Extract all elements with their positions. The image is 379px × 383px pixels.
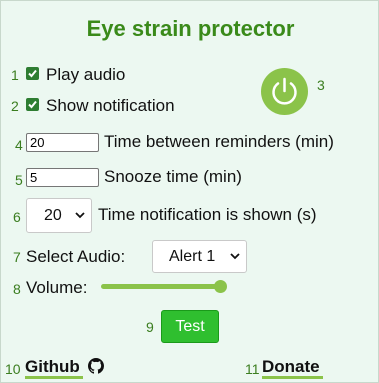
snooze-input[interactable]: 5 — [26, 168, 99, 187]
show-notification-label: Show notification — [46, 96, 175, 115]
step-number-8: 8 — [13, 281, 21, 297]
time-between-input[interactable]: 20 — [26, 133, 99, 152]
audio-select[interactable]: Alert 1 — [152, 240, 247, 273]
step-number-9: 9 — [146, 319, 154, 335]
snooze-label: Snooze time (min) — [104, 167, 242, 186]
donate-link[interactable]: Donate — [262, 357, 320, 377]
step-number-11: 11 — [245, 361, 260, 377]
step-number-1: 1 — [11, 67, 19, 83]
volume-slider-track[interactable] — [101, 284, 221, 289]
select-audio-label: Select Audio: — [26, 247, 126, 266]
step-number-2: 2 — [11, 98, 19, 114]
step-number-7: 7 — [13, 249, 21, 265]
donate-link-underline — [262, 376, 323, 379]
step-number-3: 3 — [317, 77, 325, 93]
time-between-label: Time between reminders (min) — [104, 132, 334, 151]
popup-panel: Eye strain protector 1 Play audio 2 Show… — [0, 0, 379, 383]
chevron-down-icon — [75, 212, 85, 219]
checkmark-icon — [28, 69, 37, 78]
github-icon[interactable] — [88, 358, 104, 374]
step-number-5: 5 — [15, 172, 23, 188]
app-title: Eye strain protector — [86, 16, 295, 41]
github-link-underline — [25, 376, 83, 379]
volume-label: Volume: — [26, 278, 88, 297]
github-link[interactable]: Github — [25, 357, 80, 377]
checkmark-icon — [28, 100, 37, 109]
step-number-4: 4 — [15, 137, 23, 153]
notification-duration-select[interactable]: 20 — [26, 198, 92, 233]
power-icon — [272, 77, 297, 105]
notification-duration-label: Time notification is shown (s) — [98, 205, 317, 224]
notification-duration-value: 20 — [44, 207, 62, 224]
chevron-down-icon — [230, 253, 240, 260]
test-button[interactable]: Test — [161, 310, 219, 343]
play-audio-checkbox[interactable] — [26, 67, 39, 80]
step-number-10: 10 — [5, 361, 21, 377]
step-number-6: 6 — [13, 209, 21, 225]
show-notification-checkbox[interactable] — [26, 98, 39, 111]
audio-select-value: Alert 1 — [169, 248, 216, 265]
play-audio-label: Play audio — [46, 65, 126, 84]
volume-slider-thumb[interactable] — [214, 280, 227, 293]
power-toggle-button[interactable] — [261, 68, 308, 115]
